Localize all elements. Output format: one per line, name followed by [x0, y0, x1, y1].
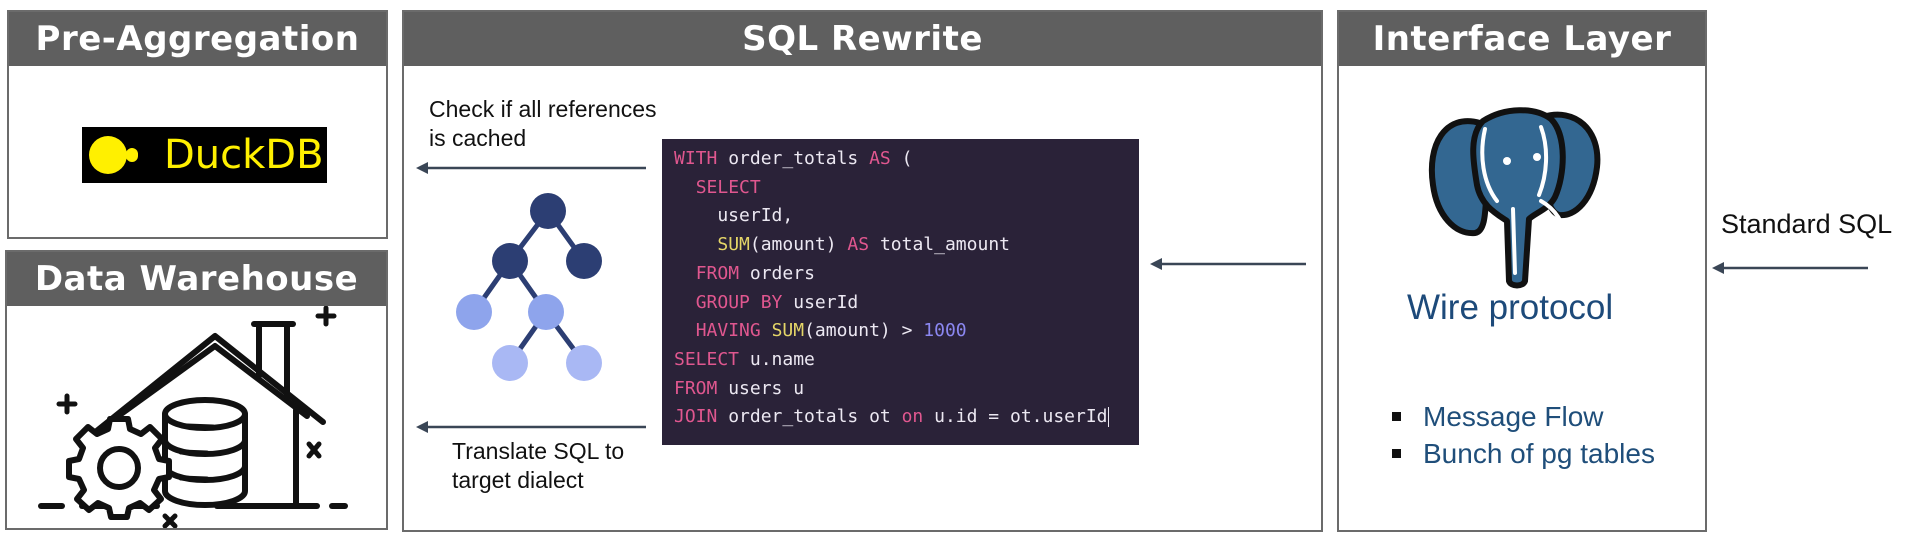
- code-line: SELECT u.name: [674, 348, 815, 370]
- code-line: SUM(amount) AS total_amount: [717, 234, 1010, 256]
- arrow-left-icon: [416, 162, 646, 174]
- warehouse-icon: [38, 306, 348, 528]
- check-references-label: Check if all references is cached: [429, 96, 657, 151]
- code-line: GROUP BY userId: [695, 291, 859, 313]
- arrow-left-icon: [416, 421, 646, 433]
- interface-bullet-list: Message Flow Bunch of pg tables: [1392, 398, 1655, 472]
- list-item: Message Flow: [1392, 398, 1655, 435]
- sql-rewrite-title: SQL Rewrite: [404, 12, 1321, 66]
- bullet-icon: [1392, 449, 1401, 459]
- gear-icon: [66, 416, 172, 520]
- code-line: HAVING SUM(amount) > 1000: [695, 320, 967, 342]
- text-cursor: [1107, 407, 1109, 428]
- duckdb-logo-text: DuckDB: [164, 132, 324, 178]
- translate-sql-label: Translate SQL to target dialect: [452, 438, 625, 493]
- bullet-icon: [1392, 412, 1401, 422]
- tree-icon: [456, 193, 602, 381]
- pre-aggregation-title: Pre-Aggregation: [9, 12, 386, 66]
- arrow-left-icon: [1150, 258, 1306, 270]
- code-line: JOIN order_totals ot on u.id = ot.userId: [674, 406, 1109, 428]
- interface-layer-title: Interface Layer: [1339, 12, 1705, 66]
- wire-protocol-label: Wire protocol: [1407, 288, 1614, 327]
- code-line: SELECT: [695, 176, 761, 198]
- arrow-left-icon: [1712, 262, 1868, 274]
- standard-sql-label: Standard SQL: [1721, 209, 1893, 239]
- postgres-elephant-icon: [1428, 107, 1601, 289]
- code-line: userId,: [674, 205, 794, 227]
- list-item: Bunch of pg tables: [1392, 435, 1655, 472]
- sql-code-block: WITH order_totals AS ( SELECT userId, SU…: [662, 139, 1139, 445]
- data-warehouse-title: Data Warehouse: [7, 252, 386, 306]
- code-line: FROM orders: [695, 262, 815, 284]
- duckdb-logo: DuckDB: [82, 127, 327, 183]
- pre-aggregation-panel: Pre-Aggregation DuckDB: [7, 10, 388, 239]
- data-warehouse-panel: Data Warehouse: [5, 250, 388, 530]
- code-line: WITH order_totals AS (: [674, 148, 913, 169]
- code-line: FROM users u: [674, 377, 805, 399]
